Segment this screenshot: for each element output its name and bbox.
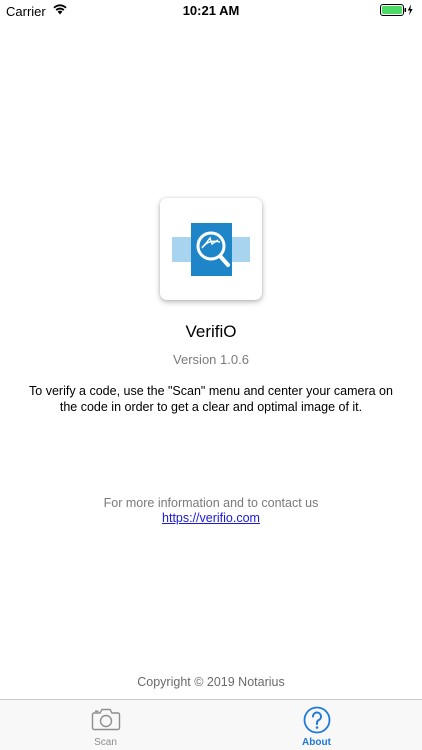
copyright-text: Copyright © 2019 Notarius [137, 675, 285, 689]
camera-icon [91, 708, 120, 731]
website-link-container: https://verifio.com [0, 511, 422, 525]
app-name: VerifiO [185, 322, 237, 341]
status-bar: Carrier 10:21 AM [0, 0, 422, 22]
tab-about-label: About [302, 737, 331, 748]
tab-scan[interactable]: Scan [0, 700, 211, 750]
app-logo [160, 198, 262, 300]
instructions-text: To verify a code, use the "Scan" menu an… [29, 384, 393, 414]
tab-scan-label: Scan [94, 737, 117, 748]
website-link[interactable]: https://verifio.com [162, 511, 260, 525]
clock: 10:21 AM [182, 3, 240, 18]
charging-bolt-icon [407, 4, 413, 16]
about-screen: Carrier 10:21 AM VerifiO Version 1.0.6 T… [0, 0, 422, 750]
battery-icon [380, 4, 413, 16]
contact-info-text: For more information and to contact us [103, 496, 319, 510]
tab-about[interactable]: About [211, 700, 422, 750]
question-icon [303, 706, 330, 734]
version-label: Version 1.0.6 [173, 352, 249, 367]
tab-bar: Scan About [0, 699, 422, 750]
